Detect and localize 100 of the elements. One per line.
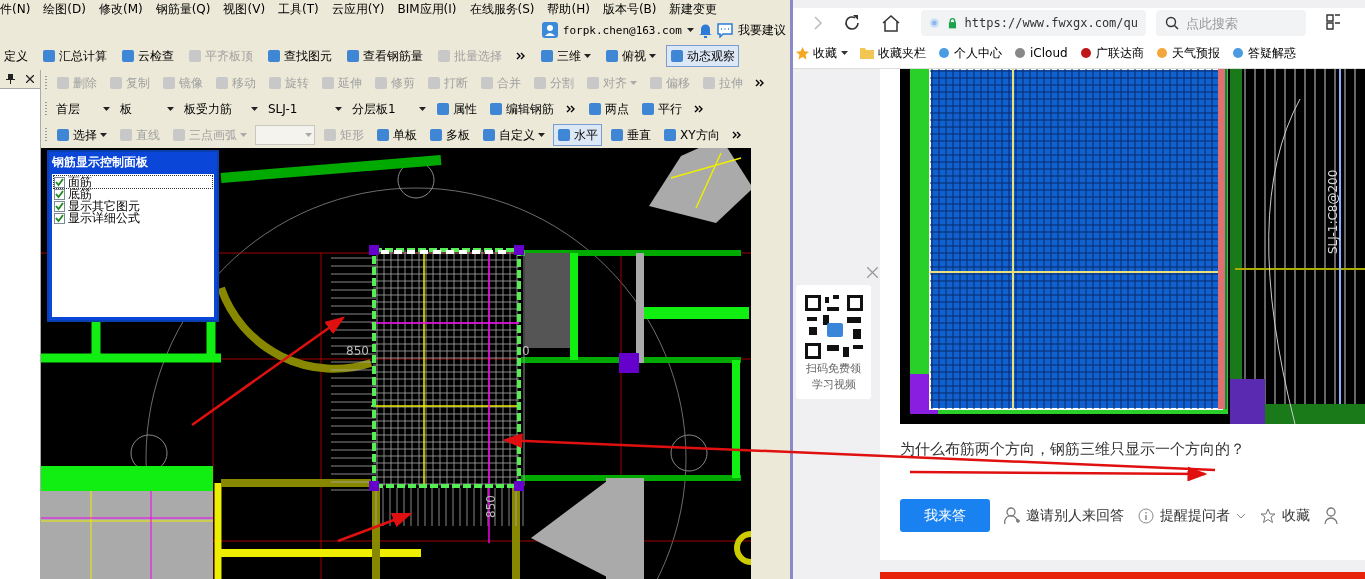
chevron-icon[interactable] [694, 105, 704, 113]
menu-item[interactable]: 钢筋量(Q) [155, 0, 211, 18]
star-icon [1260, 507, 1276, 524]
caret-icon [251, 107, 258, 111]
square-icon [427, 76, 441, 90]
toolbar-button[interactable]: 平行 [637, 98, 686, 120]
grid-icon[interactable] [1326, 14, 1340, 32]
checkbox-option[interactable]: 面筋 [54, 176, 212, 188]
chevron-icon[interactable] [516, 52, 526, 60]
toolbar-button[interactable]: 多板 [425, 124, 474, 146]
menu-item[interactable]: 新建变更 [669, 0, 718, 18]
menu-item[interactable]: 帮助(H) [547, 0, 590, 18]
answer-button[interactable]: 我来答 [900, 499, 990, 532]
toolbar-button[interactable]: 单板 [372, 124, 421, 146]
square-icon [188, 49, 202, 63]
person-icon[interactable] [1324, 506, 1338, 525]
toolbar-button[interactable]: 查找图元 [263, 45, 336, 67]
toolbar-button[interactable]: 自定义 [478, 124, 549, 146]
toolbar-button[interactable]: 属性 [432, 98, 481, 120]
action-link[interactable]: 收藏 [1260, 506, 1310, 525]
grip-icon[interactable] [45, 75, 48, 91]
user-icon[interactable] [541, 22, 558, 38]
checkbox[interactable] [54, 188, 65, 200]
square-icon [56, 76, 70, 90]
square-icon [172, 128, 186, 142]
action-link[interactable]: 提醒提问者 [1138, 506, 1246, 525]
menu-item[interactable]: 在线服务(S) [469, 0, 535, 18]
bookmark-item[interactable]: 收藏 [796, 44, 848, 62]
toolbar-button[interactable]: 选择 [52, 124, 111, 146]
action-link[interactable]: 邀请别人来回答 [1004, 506, 1124, 525]
square-icon [605, 49, 619, 63]
bookmark-icon [938, 47, 950, 59]
checkbox[interactable] [54, 176, 65, 188]
square-icon [429, 128, 443, 142]
square-icon [482, 128, 496, 142]
toolbar-button[interactable]: 垂直 [606, 124, 655, 146]
account-email[interactable]: forpk.chen@163.com [562, 23, 682, 37]
address-bar[interactable]: https://www.fwxgx.com/qu [921, 10, 1146, 36]
caret-icon [649, 54, 656, 58]
bell-icon[interactable] [699, 22, 712, 38]
toolbar-button[interactable]: XY方向 [659, 124, 724, 146]
toolbar-button[interactable]: 云检查 [117, 45, 178, 67]
chevron-icon[interactable] [731, 131, 742, 139]
qr-code-icon [802, 293, 865, 361]
bookmark-item[interactable]: 答疑解惑 [1231, 44, 1296, 62]
toolbar-button[interactable]: 水平 [553, 124, 602, 146]
close-icon[interactable] [26, 75, 35, 83]
toolbar-button[interactable]: 动态观察 [666, 45, 739, 67]
toolbar-button[interactable]: 查看钢筋量 [342, 45, 427, 67]
chevron-icon[interactable] [755, 79, 765, 87]
suggest-link[interactable]: 我要建议 [738, 21, 786, 39]
search-field[interactable]: 点此搜索 [1156, 10, 1306, 36]
caret-icon [167, 107, 174, 111]
checkbox-option[interactable]: 显示详细公式 [54, 212, 212, 224]
chevron-icon[interactable] [566, 105, 576, 113]
info-icon [1138, 507, 1154, 524]
bookmark-icon [1079, 47, 1092, 59]
menu-item[interactable]: 版本号(B) [602, 0, 657, 18]
toolbar-button[interactable]: 两点 [584, 98, 633, 120]
question-text: 为什么布筋两个方向，钢筋三维只显示一个方向的？ [900, 440, 1246, 459]
search-icon [1165, 16, 1179, 30]
menu-item[interactable]: 修改(M) [98, 0, 143, 18]
menu-item[interactable]: 云应用(Y) [331, 0, 385, 18]
square-icon [489, 102, 503, 116]
toolbar-button[interactable]: 俯视 [601, 45, 660, 67]
square-icon [649, 76, 663, 90]
toolbar-button[interactable]: 汇总计算 [38, 45, 111, 67]
menu-item[interactable]: 视图(V) [223, 0, 266, 18]
caret-icon [103, 107, 110, 111]
bookmark-item[interactable]: 广联达商 [1079, 44, 1144, 62]
bookmark-item[interactable]: 天气预报 [1155, 44, 1220, 62]
caret-icon[interactable] [687, 28, 694, 32]
pin-icon[interactable] [5, 74, 15, 84]
toolbar-button[interactable]: 编辑钢筋 [485, 98, 558, 120]
checkbox[interactable] [54, 200, 65, 212]
chat-icon[interactable] [717, 22, 733, 38]
menu-item[interactable]: 绘图(D) [43, 0, 86, 18]
checkbox[interactable] [54, 212, 65, 224]
checkbox-option[interactable]: 底筋 [54, 188, 212, 200]
bookmark-item[interactable]: 个人中心 [938, 44, 1002, 62]
toolbar-button[interactable]: 三维 [536, 45, 595, 67]
grip-icon[interactable] [45, 101, 48, 117]
square-icon [268, 76, 282, 90]
reload-icon[interactable] [843, 14, 861, 32]
toolbar-button[interactable]: 定义 [0, 44, 32, 68]
square-icon [588, 102, 602, 116]
square-icon [109, 76, 123, 90]
bookmark-item[interactable]: iCloud [1014, 46, 1068, 60]
caret-icon [419, 107, 426, 111]
bookmark-item[interactable]: 收藏夹栏 [860, 44, 926, 62]
checkbox-option[interactable]: 显示其它图元 [54, 200, 212, 212]
chevron-down-icon [1236, 512, 1246, 519]
caret-icon [841, 51, 848, 55]
menu-item[interactable]: 工具(T) [278, 0, 319, 18]
grip-icon[interactable] [45, 127, 48, 143]
menu-item[interactable]: 件(N) [0, 0, 31, 18]
square-icon [323, 128, 337, 142]
menu-item[interactable]: BIM应用(I) [397, 0, 457, 18]
home-icon[interactable] [881, 14, 901, 32]
square-icon [121, 49, 135, 63]
